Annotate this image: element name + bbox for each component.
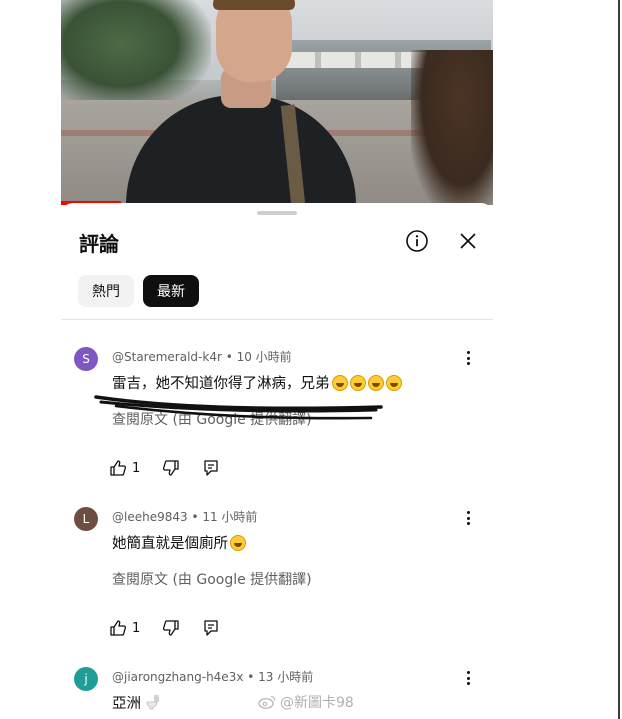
comment-text: 她簡直就是個廁所: [112, 532, 246, 553]
frame-border: [618, 0, 620, 719]
close-icon: [460, 233, 476, 249]
reply-icon: [204, 620, 218, 636]
reply-icon: [204, 460, 218, 476]
video-man-hair: [213, 0, 295, 10]
close-button[interactable]: [454, 227, 482, 255]
more-options-button[interactable]: [461, 348, 475, 368]
like-count: 1: [132, 620, 141, 636]
video-trees: [61, 0, 211, 110]
comment-meta: @leehe9843 • 11 小時前: [112, 510, 258, 524]
comment-text: 亞洲: [112, 692, 160, 713]
reply-button[interactable]: [202, 459, 220, 477]
scribble-overlay: [94, 395, 383, 420]
avatar[interactable]: S: [74, 347, 98, 371]
comment-meta: @Staremerald-k4r • 10 小時前: [112, 350, 292, 364]
thumbs-down-icon: [163, 620, 179, 636]
thumbs-up-icon: [110, 460, 127, 476]
video-player[interactable]: [61, 0, 493, 205]
more-options-button[interactable]: [461, 668, 475, 688]
toilet-emoji-icon: [146, 695, 159, 710]
watermark-text: @新圖卡98: [280, 695, 354, 711]
thumbs-up-icon: [110, 620, 127, 636]
reply-button[interactable]: [202, 619, 220, 637]
like-button[interactable]: 1: [109, 459, 140, 477]
chip-top[interactable]: 熱門: [78, 275, 134, 307]
comment-actions: 1: [109, 458, 242, 478]
sheet-title: 評論: [79, 232, 119, 256]
dislike-button[interactable]: [162, 459, 180, 477]
dislike-button[interactable]: [162, 619, 180, 637]
info-icon: [406, 230, 428, 252]
info-button[interactable]: [403, 227, 431, 255]
comment-meta: @jiarongzhang-h4e3x • 13 小時前: [112, 670, 314, 684]
translate-link[interactable]: 查閱原文 (由 Google 提供翻譯): [112, 569, 312, 589]
thumbs-down-icon: [163, 460, 179, 476]
comments-sheet: 評論 熱門 最新 S @Staremerald-k4r • 10 小時前 雷吉，…: [61, 203, 493, 719]
comment-text-content: 她簡直就是個廁所: [112, 536, 228, 552]
avatar[interactable]: j: [74, 667, 98, 691]
chip-newest[interactable]: 最新: [143, 275, 199, 307]
divider: [61, 319, 493, 320]
more-options-button[interactable]: [461, 508, 475, 528]
comment-actions: 1: [109, 618, 242, 638]
comment-text-content: 亞洲: [112, 696, 141, 712]
video-woman-hair: [411, 50, 493, 205]
grin-emoji-icon: [230, 535, 246, 551]
weibo-logo-icon: [258, 695, 276, 709]
like-count: 1: [132, 460, 141, 476]
watermark: @新圖卡98: [258, 692, 354, 712]
video-man-face: [216, 0, 292, 82]
like-button[interactable]: 1: [109, 619, 140, 637]
avatar[interactable]: L: [74, 507, 98, 531]
drag-handle[interactable]: [257, 211, 297, 215]
